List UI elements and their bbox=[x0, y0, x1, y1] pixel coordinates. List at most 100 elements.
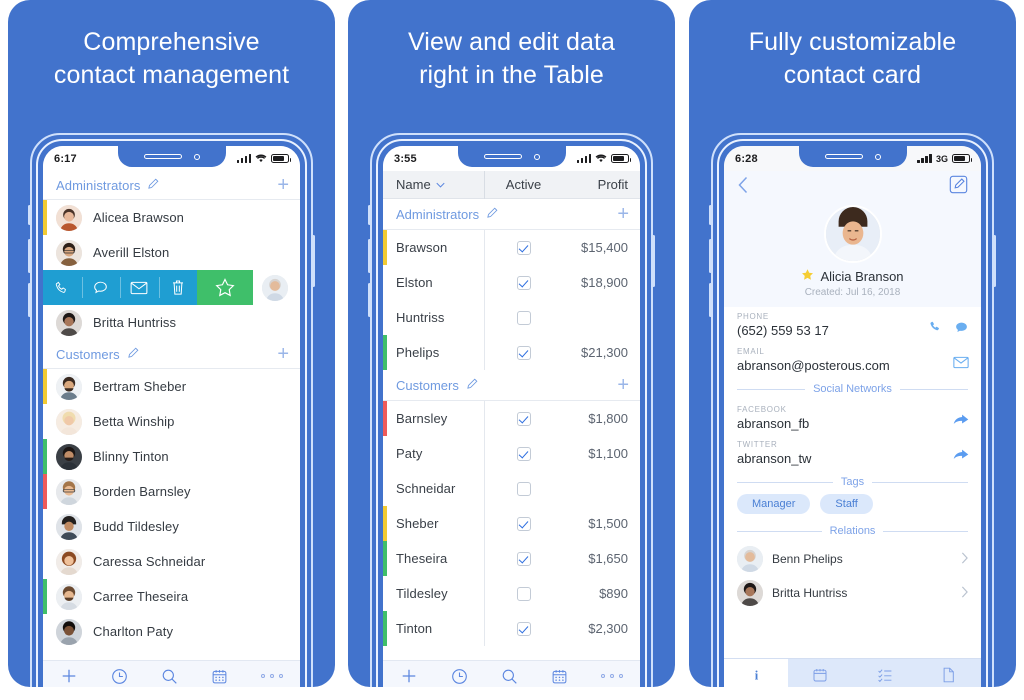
tab-calendar[interactable] bbox=[788, 659, 852, 687]
share-arrow-icon[interactable] bbox=[953, 448, 969, 467]
cell-active[interactable] bbox=[484, 541, 562, 576]
call-action-button[interactable] bbox=[43, 270, 82, 305]
checkbox[interactable] bbox=[516, 551, 531, 566]
more-dots-icon[interactable] bbox=[601, 674, 624, 678]
group-header-administrators[interactable]: Administrators + bbox=[43, 171, 300, 200]
recent-clock-icon[interactable] bbox=[111, 668, 128, 685]
cell-active[interactable] bbox=[484, 471, 562, 506]
cell-profit: $21,300 bbox=[581, 345, 628, 360]
tab-documents[interactable] bbox=[917, 659, 981, 687]
table-row[interactable]: Tinton $2,300 bbox=[383, 611, 640, 646]
add-contact-icon[interactable]: + bbox=[277, 175, 289, 195]
phone-icon[interactable] bbox=[928, 320, 942, 339]
list-item[interactable]: Alicea Brawson bbox=[43, 200, 300, 235]
list-item[interactable]: Caressa Schneidar bbox=[43, 544, 300, 579]
plus-icon[interactable] bbox=[60, 667, 78, 685]
checkbox[interactable] bbox=[516, 446, 531, 461]
list-item[interactable]: Benn Phelips bbox=[724, 542, 981, 576]
favorite-action-button[interactable] bbox=[197, 270, 253, 305]
tab-info[interactable]: i bbox=[724, 659, 789, 687]
checkbox[interactable] bbox=[516, 411, 531, 426]
search-icon[interactable] bbox=[161, 668, 178, 685]
list-item[interactable]: Britta Huntriss bbox=[724, 576, 981, 610]
status-indicators bbox=[236, 154, 291, 163]
pencil-icon[interactable] bbox=[127, 347, 139, 362]
table-row[interactable]: Elston $18,900 bbox=[383, 265, 640, 300]
table-row[interactable]: Schneidar bbox=[383, 471, 640, 506]
cell-active[interactable] bbox=[484, 230, 562, 265]
tab-tasks[interactable] bbox=[853, 659, 917, 687]
list-item[interactable]: Betta Winship bbox=[43, 404, 300, 439]
contact-list: Alicea Brawson Averill Elston Britta Hun… bbox=[43, 200, 300, 660]
calendar-icon[interactable] bbox=[211, 668, 228, 685]
cell-active[interactable] bbox=[484, 576, 562, 611]
checkbox[interactable] bbox=[516, 345, 531, 360]
checkbox[interactable] bbox=[516, 621, 531, 636]
table-row[interactable]: Sheber $1,500 bbox=[383, 506, 640, 541]
checkbox[interactable] bbox=[516, 481, 531, 496]
group-header-administrators[interactable]: Administrators + bbox=[383, 199, 640, 230]
table-row[interactable]: Phelips $21,300 bbox=[383, 335, 640, 370]
star-icon[interactable] bbox=[801, 268, 814, 284]
table-row[interactable]: Barnsley $1,800 bbox=[383, 401, 640, 436]
field-twitter[interactable]: TWITTER abranson_tw bbox=[724, 435, 981, 470]
plus-icon[interactable] bbox=[400, 667, 418, 685]
email-action-button[interactable] bbox=[120, 270, 159, 305]
table-row[interactable]: Brawson $15,400 bbox=[383, 230, 640, 265]
chat-icon[interactable] bbox=[954, 320, 969, 340]
tag-chip[interactable]: Staff bbox=[820, 494, 873, 514]
checkbox[interactable] bbox=[516, 275, 531, 290]
group-header-customers[interactable]: Customers + bbox=[383, 370, 640, 401]
chevron-left-icon[interactable] bbox=[737, 176, 749, 198]
checkbox[interactable] bbox=[516, 586, 531, 601]
group-header-customers[interactable]: Customers + bbox=[43, 340, 300, 369]
search-icon[interactable] bbox=[501, 668, 518, 685]
list-item[interactable]: Carree Theseira bbox=[43, 579, 300, 614]
table-row[interactable]: Huntriss bbox=[383, 300, 640, 335]
share-arrow-icon[interactable] bbox=[953, 413, 969, 432]
field-facebook[interactable]: FACEBOOK abranson_fb bbox=[724, 400, 981, 435]
list-item[interactable]: Budd Tildesley bbox=[43, 509, 300, 544]
cell-active[interactable] bbox=[484, 436, 562, 471]
mail-icon[interactable] bbox=[953, 355, 969, 373]
add-row-icon[interactable]: + bbox=[617, 375, 629, 395]
list-item[interactable]: Blinny Tinton bbox=[43, 439, 300, 474]
edit-square-icon[interactable] bbox=[949, 175, 968, 199]
field-value: abranson@posterous.com bbox=[737, 358, 890, 373]
list-item[interactable]: Borden Barnsley bbox=[43, 474, 300, 509]
field-email[interactable]: EMAIL abranson@posterous.com bbox=[724, 342, 981, 377]
cell-active[interactable] bbox=[484, 265, 562, 300]
pencil-icon[interactable] bbox=[486, 207, 498, 222]
field-phone[interactable]: PHONE (652) 559 53 17 bbox=[724, 307, 981, 342]
list-item[interactable]: Charlton Paty bbox=[43, 614, 300, 649]
checkbox[interactable] bbox=[516, 516, 531, 531]
list-item[interactable]: Averill Elston bbox=[43, 235, 300, 270]
cell-active[interactable] bbox=[484, 401, 562, 436]
headline-line-2: contact card bbox=[783, 61, 922, 89]
list-item[interactable]: Britta Huntriss bbox=[43, 305, 300, 340]
pencil-icon[interactable] bbox=[466, 378, 478, 393]
column-header-profit[interactable]: Profit bbox=[562, 177, 640, 192]
table-row[interactable]: Paty $1,100 bbox=[383, 436, 640, 471]
add-row-icon[interactable]: + bbox=[617, 204, 629, 224]
message-action-button[interactable] bbox=[81, 270, 120, 305]
list-item[interactable]: Bertram Sheber bbox=[43, 369, 300, 404]
more-dots-icon[interactable] bbox=[261, 674, 284, 678]
table-row[interactable]: Tildesley $890 bbox=[383, 576, 640, 611]
checkbox[interactable] bbox=[516, 310, 531, 325]
cell-active[interactable] bbox=[484, 335, 562, 370]
cell-active[interactable] bbox=[484, 611, 562, 646]
table-row[interactable]: Theseira $1,650 bbox=[383, 541, 640, 576]
calendar-icon[interactable] bbox=[551, 668, 568, 685]
pencil-icon[interactable] bbox=[147, 178, 159, 193]
recent-clock-icon[interactable] bbox=[451, 668, 468, 685]
cell-active[interactable] bbox=[484, 506, 562, 541]
tag-chip[interactable]: Manager bbox=[737, 494, 811, 514]
add-contact-icon[interactable]: + bbox=[277, 344, 289, 364]
table-body: Administrators + Brawson $15,400 Elston … bbox=[383, 199, 640, 660]
cell-active[interactable] bbox=[484, 300, 562, 335]
checkbox[interactable] bbox=[516, 240, 531, 255]
delete-action-button[interactable] bbox=[158, 270, 197, 305]
column-header-active[interactable]: Active bbox=[484, 170, 562, 199]
column-header-name[interactable]: Name bbox=[383, 177, 484, 192]
